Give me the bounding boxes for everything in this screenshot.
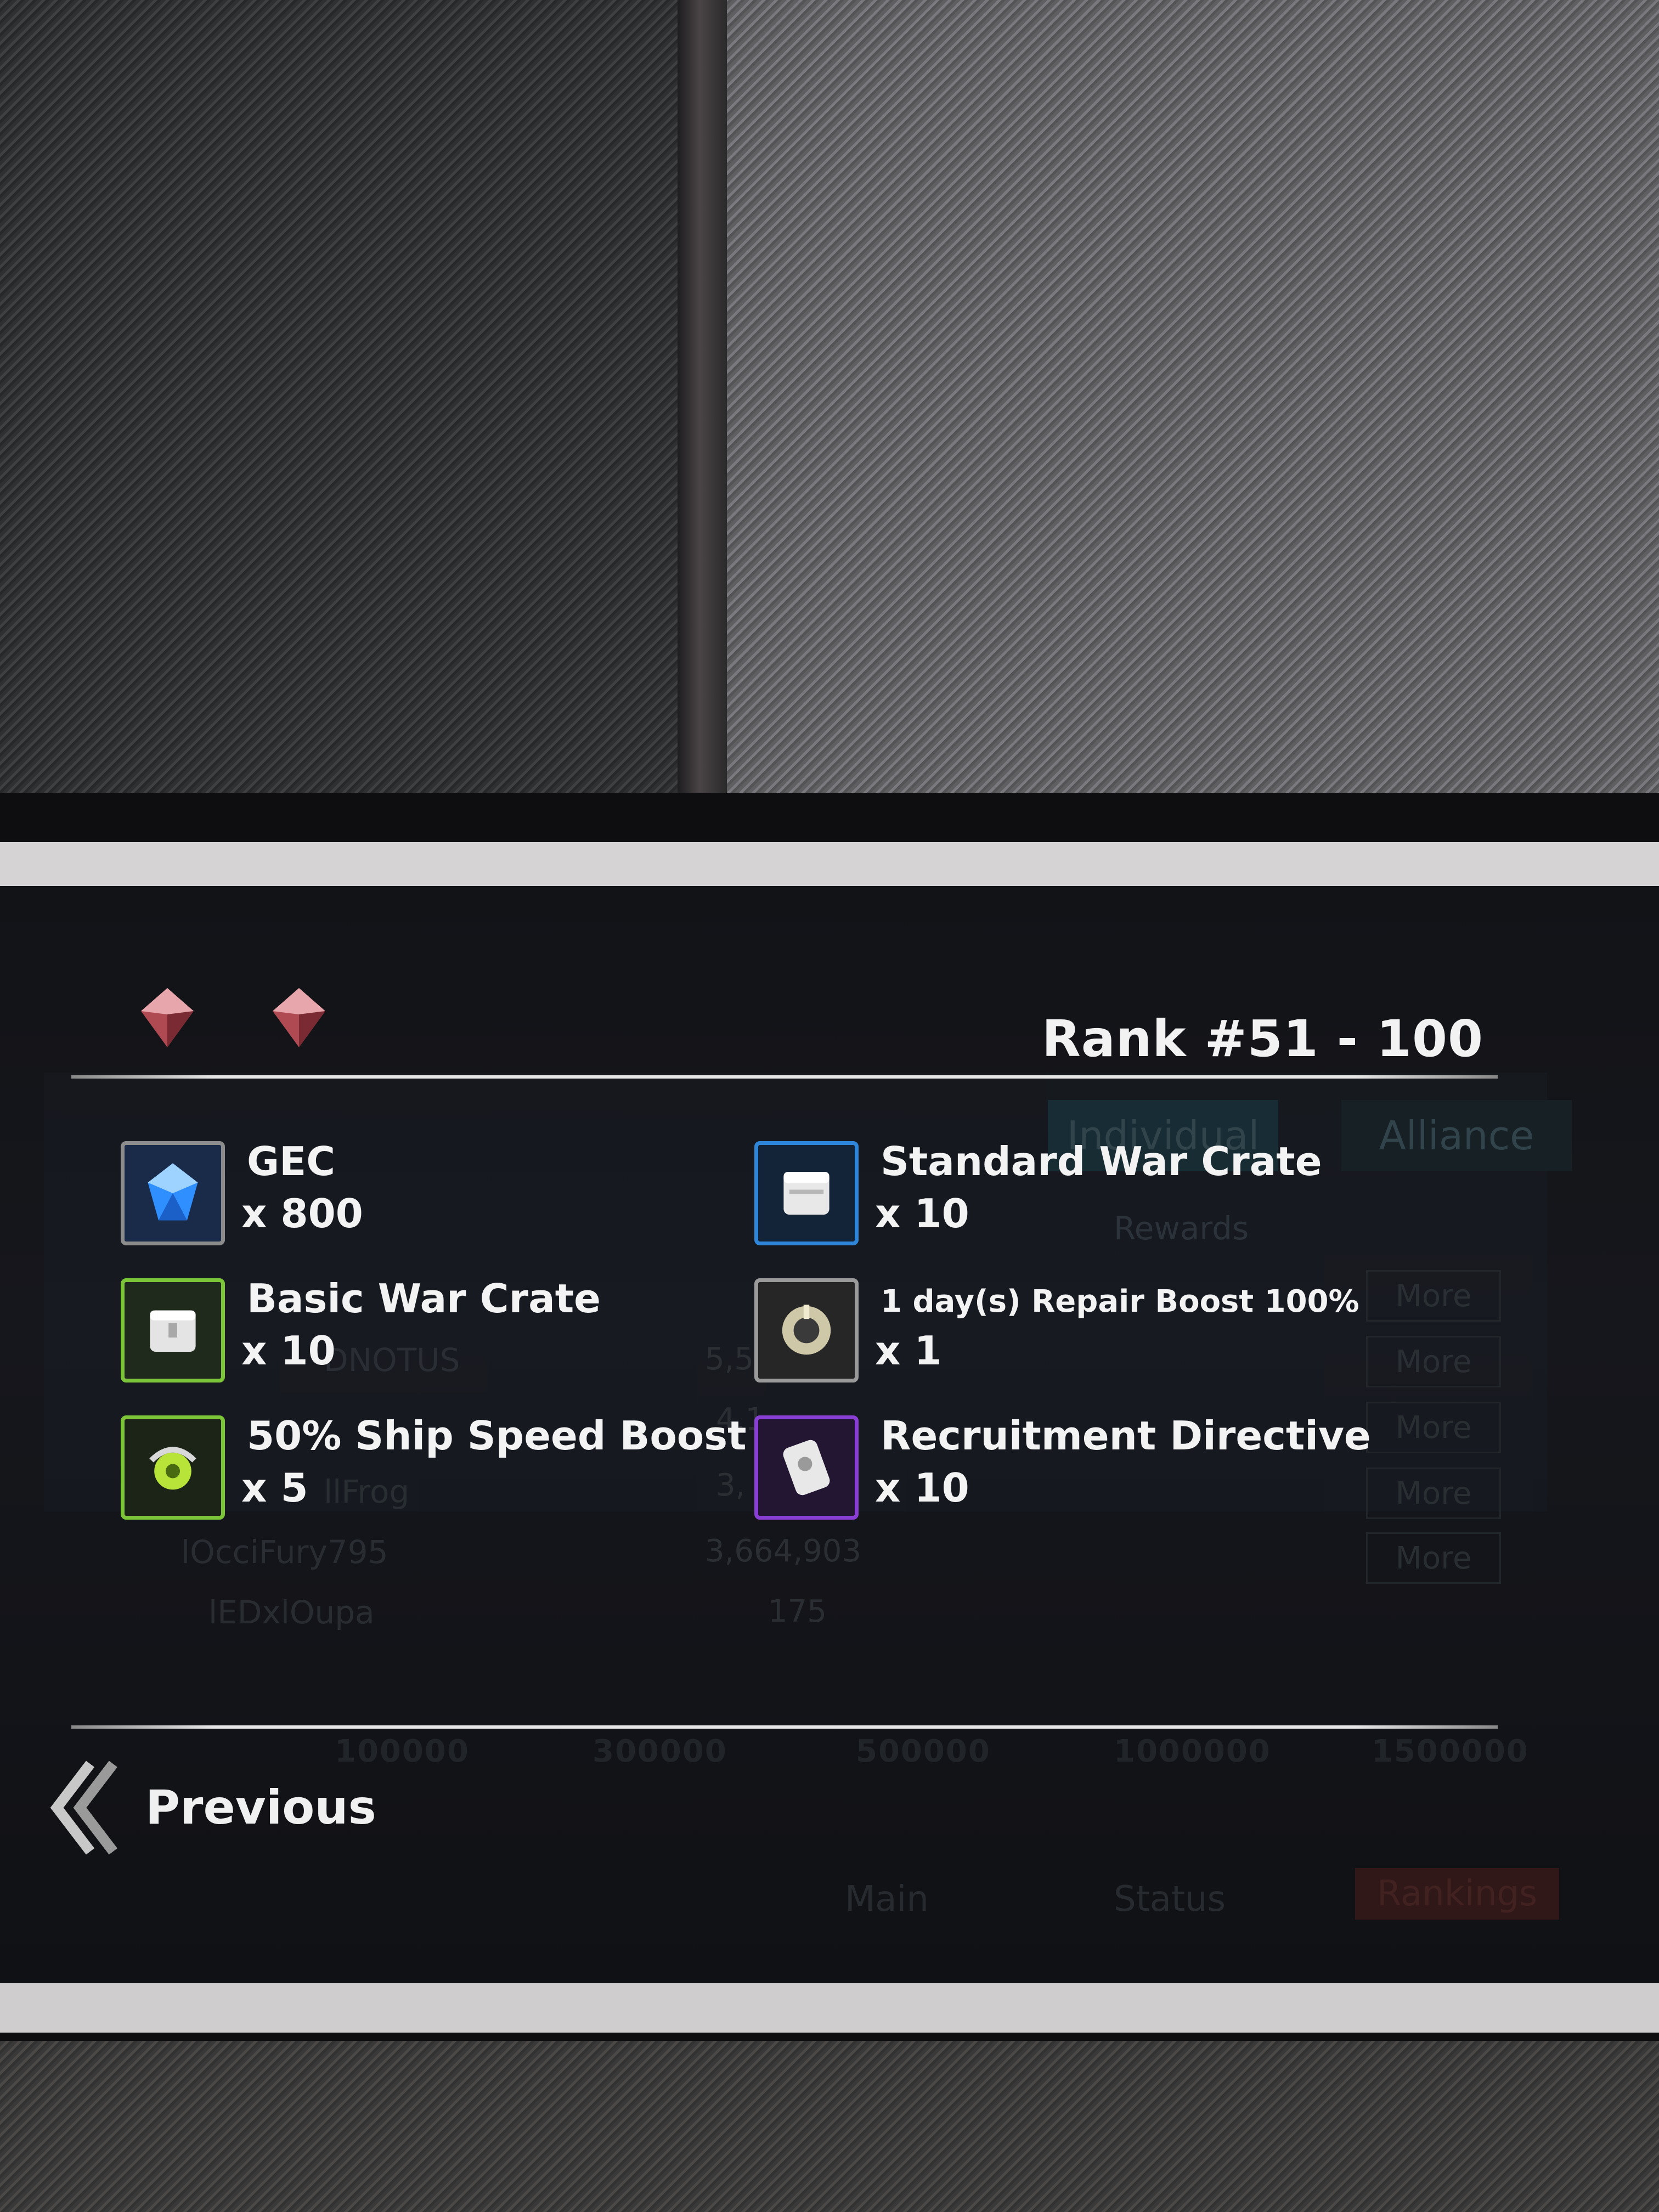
more-button[interactable]: More bbox=[1366, 1402, 1501, 1453]
reward-item: Recruitment Directive x 10 bbox=[754, 1413, 1371, 1525]
reward-name: Standard War Crate bbox=[881, 1138, 1322, 1184]
rank-gem-icon bbox=[134, 985, 200, 1051]
reward-item: 50% Ship Speed Boost x 5 bbox=[121, 1413, 747, 1525]
nav-main[interactable]: Main bbox=[845, 1879, 929, 1920]
more-button[interactable]: More bbox=[1366, 1270, 1501, 1322]
game-screen: Individual Alliance Rewards More More Mo… bbox=[0, 886, 1659, 1983]
player-score: 3, bbox=[716, 1468, 746, 1503]
milestone-value: 500000 bbox=[856, 1734, 991, 1769]
milestone-value: 300000 bbox=[592, 1734, 727, 1769]
nav-status[interactable]: Status bbox=[1114, 1879, 1226, 1920]
player-score: 175 bbox=[768, 1594, 827, 1629]
fabric-fold bbox=[678, 0, 727, 806]
tab-alliance[interactable]: Alliance bbox=[1341, 1100, 1572, 1171]
divider-top bbox=[71, 1075, 1498, 1079]
rank-gem-icon bbox=[266, 985, 332, 1051]
reward-name: 1 day(s) Repair Boost 100% bbox=[881, 1284, 1359, 1319]
standard-war-crate-icon bbox=[754, 1141, 859, 1245]
reward-quantity: x 800 bbox=[241, 1190, 363, 1237]
reward-item: Basic War Crate x 10 bbox=[121, 1276, 697, 1388]
gec-crystal-icon bbox=[121, 1141, 225, 1245]
reward-quantity: x 5 bbox=[241, 1465, 308, 1511]
speed-boost-icon bbox=[121, 1415, 225, 1520]
fabric-background-right bbox=[708, 0, 1659, 806]
repair-boost-icon bbox=[754, 1278, 859, 1383]
milestone-value: 1000000 bbox=[1114, 1734, 1271, 1769]
reward-name: GEC bbox=[247, 1138, 336, 1184]
phone-rim-top bbox=[0, 842, 1659, 886]
milestone-value: 1500000 bbox=[1372, 1734, 1529, 1769]
player-score: 5,5 bbox=[705, 1341, 754, 1377]
reward-name: 50% Ship Speed Boost bbox=[247, 1413, 747, 1459]
reward-quantity: x 10 bbox=[875, 1190, 969, 1237]
fabric-background-left bbox=[0, 0, 708, 806]
more-button[interactable]: More bbox=[1366, 1336, 1501, 1387]
reward-quantity: x 1 bbox=[875, 1328, 942, 1374]
phone-rim-bottom bbox=[0, 1983, 1659, 2033]
double-chevron-left-icon bbox=[50, 1760, 117, 1855]
reward-item: 1 day(s) Repair Boost 100% x 1 bbox=[754, 1278, 1359, 1388]
more-button[interactable]: More bbox=[1366, 1468, 1501, 1519]
previous-label: Previous bbox=[145, 1780, 376, 1835]
nav-rankings[interactable]: Rankings bbox=[1355, 1868, 1560, 1920]
previous-button[interactable]: Previous bbox=[47, 1753, 387, 1863]
reward-quantity: x 10 bbox=[241, 1328, 336, 1374]
divider-bottom bbox=[71, 1725, 1498, 1729]
rank-title: Rank #51 - 100 bbox=[1041, 1009, 1483, 1068]
recruitment-directive-icon bbox=[754, 1415, 859, 1520]
reward-name: Recruitment Directive bbox=[881, 1413, 1371, 1459]
reward-item: Standard War Crate x 10 bbox=[754, 1138, 1330, 1251]
fabric-background-bottom bbox=[0, 2030, 1659, 2212]
more-button[interactable]: More bbox=[1366, 1532, 1501, 1584]
basic-war-crate-icon bbox=[121, 1278, 225, 1383]
reward-item: GEC x 800 bbox=[121, 1138, 697, 1251]
reward-name: Basic War Crate bbox=[247, 1276, 601, 1322]
reward-quantity: x 10 bbox=[875, 1465, 969, 1511]
player-score: 3,664,903 bbox=[705, 1533, 862, 1569]
player-name: lOcciFury795 bbox=[181, 1533, 388, 1571]
player-name: lEDxlOupa bbox=[208, 1594, 375, 1631]
